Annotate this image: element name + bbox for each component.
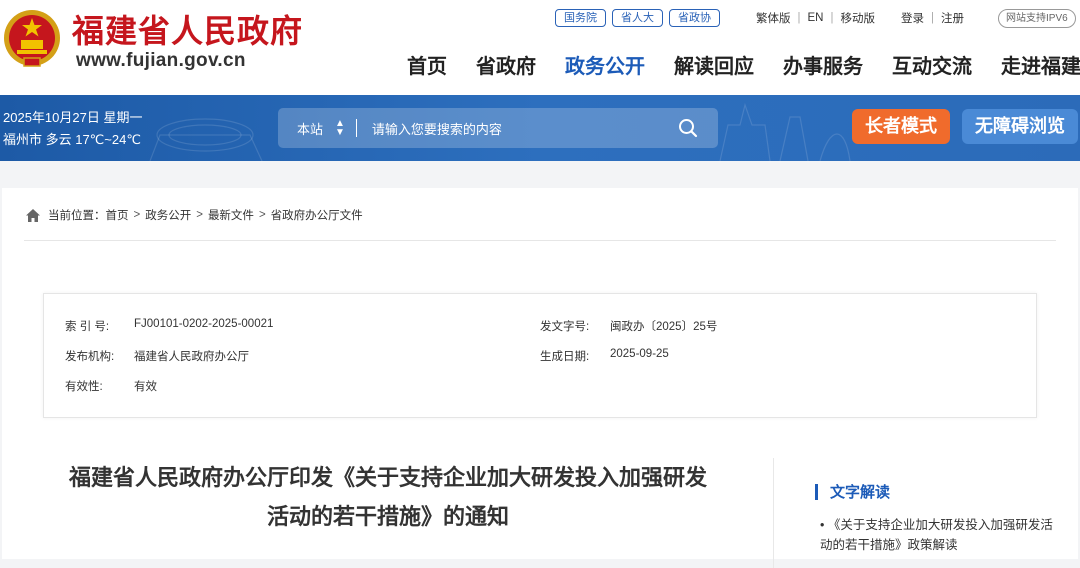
date-value: 2025-09-25 (610, 348, 669, 360)
divider: | (830, 12, 834, 24)
article-title-line: 活动的若干措施》的通知 (266, 504, 509, 529)
date-line: 2025年10月27日 星期一 (3, 110, 143, 125)
nav-interpretation[interactable]: 解读回应 (674, 50, 754, 79)
sidebar-item-policy-interpretation[interactable]: • 《关于支持企业加大研发投入加强研发活动的若干措施》政策解读 (820, 515, 1060, 555)
breadcrumb-latest-files[interactable]: 最新文件 (208, 207, 254, 223)
sidebar-heading: 文字解读 (815, 481, 890, 502)
divider: | (797, 12, 801, 24)
divider (773, 458, 774, 568)
sidebar-heading-text: 文字解读 (830, 484, 891, 501)
search-input[interactable]: 请输入您要搜索的内容 (372, 119, 678, 138)
register-link[interactable]: 注册 (941, 10, 964, 26)
weather-line: 福州市 多云 17℃~24℃ (3, 132, 141, 147)
article: 福建省人民政府办公厅印发《关于支持企业加大研发投入加强研发 活动的若干措施》的通… (2, 458, 773, 568)
article-title: 福建省人民政府办公厅印发《关于支持企业加大研发投入加强研发 活动的若干措施》的通… (38, 458, 738, 536)
updown-arrows-icon[interactable]: ▲ ▼ (335, 119, 345, 138)
link-provincial-congress[interactable]: 省人大 (612, 9, 663, 27)
nav-about-fujian[interactable]: 走进福建 (1001, 50, 1080, 79)
divider (355, 119, 357, 137)
divider (24, 240, 1056, 241)
english-link[interactable]: EN (808, 12, 824, 24)
search-scope-select[interactable]: 本站 (297, 119, 323, 138)
mobile-link[interactable]: 移动版 (840, 10, 875, 26)
accessible-browse-button[interactable]: 无障碍浏览 (962, 109, 1078, 144)
nav-home[interactable]: 首页 (407, 50, 447, 79)
divider: | (930, 12, 934, 24)
site-title[interactable]: 福建省人民政府 (72, 6, 303, 52)
nav-interaction[interactable]: 互动交流 (892, 50, 972, 79)
sidebar-item-label: 《关于支持企业加大研发投入加强研发活动的若干措施》政策解读 (820, 518, 1053, 552)
top-links: 国务院 省人大 省政协 (555, 9, 720, 27)
document-meta-box: 索 引 号: FJ00101-0202-2025-00021 发文字号: 闽政办… (43, 293, 1037, 418)
validity-label: 有效性: (65, 381, 103, 393)
breadcrumb-government-affairs[interactable]: 政务公开 (145, 207, 191, 223)
search-banner: 2025年10月27日 星期一 福州市 多云 17℃~24℃ 本站 ▲ ▼ 请输入… (0, 95, 1080, 161)
ipv6-badge: 网站支持IPV6 (998, 9, 1076, 28)
issuer-value: 福建省人民政府办公厅 (134, 351, 249, 363)
site-url[interactable]: www.fujian.gov.cn (76, 50, 246, 72)
index-label: 索 引 号: (65, 321, 110, 333)
search-icon[interactable] (678, 118, 698, 138)
search-box: 本站 ▲ ▼ 请输入您要搜索的内容 (278, 108, 718, 148)
article-title-line: 福建省人民政府办公厅印发《关于支持企业加大研发投入加强研发 (68, 465, 707, 490)
login-link[interactable]: 登录 (901, 10, 924, 26)
site-header: 福建省人民政府 www.fujian.gov.cn 国务院 省人大 省政协 繁体… (0, 0, 1080, 95)
nav-provincial-government[interactable]: 省政府 (476, 50, 536, 79)
nav-services[interactable]: 办事服务 (783, 50, 863, 79)
traditional-link[interactable]: 繁体版 (756, 10, 791, 26)
national-emblem-icon (4, 10, 60, 67)
validity-value: 有效 (134, 381, 157, 393)
date-weather: 2025年10月27日 星期一 福州市 多云 17℃~24℃ (3, 107, 142, 151)
breadcrumb: 当前位置： 首页 > 政务公开 > 最新文件 > 省政府办公厅文件 (26, 207, 363, 223)
home-icon (26, 208, 40, 222)
breadcrumb-office-files[interactable]: 省政府办公厅文件 (271, 207, 363, 223)
date-label: 生成日期: (540, 351, 590, 363)
link-state-council[interactable]: 国务院 (555, 9, 606, 27)
doc-no-label: 发文字号: (540, 321, 590, 333)
nav-government-affairs[interactable]: 政务公开 (565, 50, 645, 79)
link-provincial-cppcc[interactable]: 省政协 (669, 9, 720, 27)
content-panel: 当前位置： 首页 > 政务公开 > 最新文件 > 省政府办公厅文件 索 引 号:… (2, 188, 1078, 568)
issuer-label: 发布机构: (65, 351, 115, 363)
breadcrumb-prefix: 当前位置： (48, 210, 106, 222)
main-nav: 首页 省政府 政务公开 解读回应 办事服务 互动交流 走进福建 (407, 50, 1080, 79)
utility-links: 繁体版 | EN | 移动版 登录 | 注册 (756, 10, 964, 26)
doc-no-value: 闽政办〔2025〕25号 (610, 321, 718, 333)
elder-mode-button[interactable]: 长者模式 (852, 109, 950, 144)
breadcrumb-home[interactable]: 首页 (106, 207, 129, 223)
index-value: FJ00101-0202-2025-00021 (134, 318, 274, 330)
